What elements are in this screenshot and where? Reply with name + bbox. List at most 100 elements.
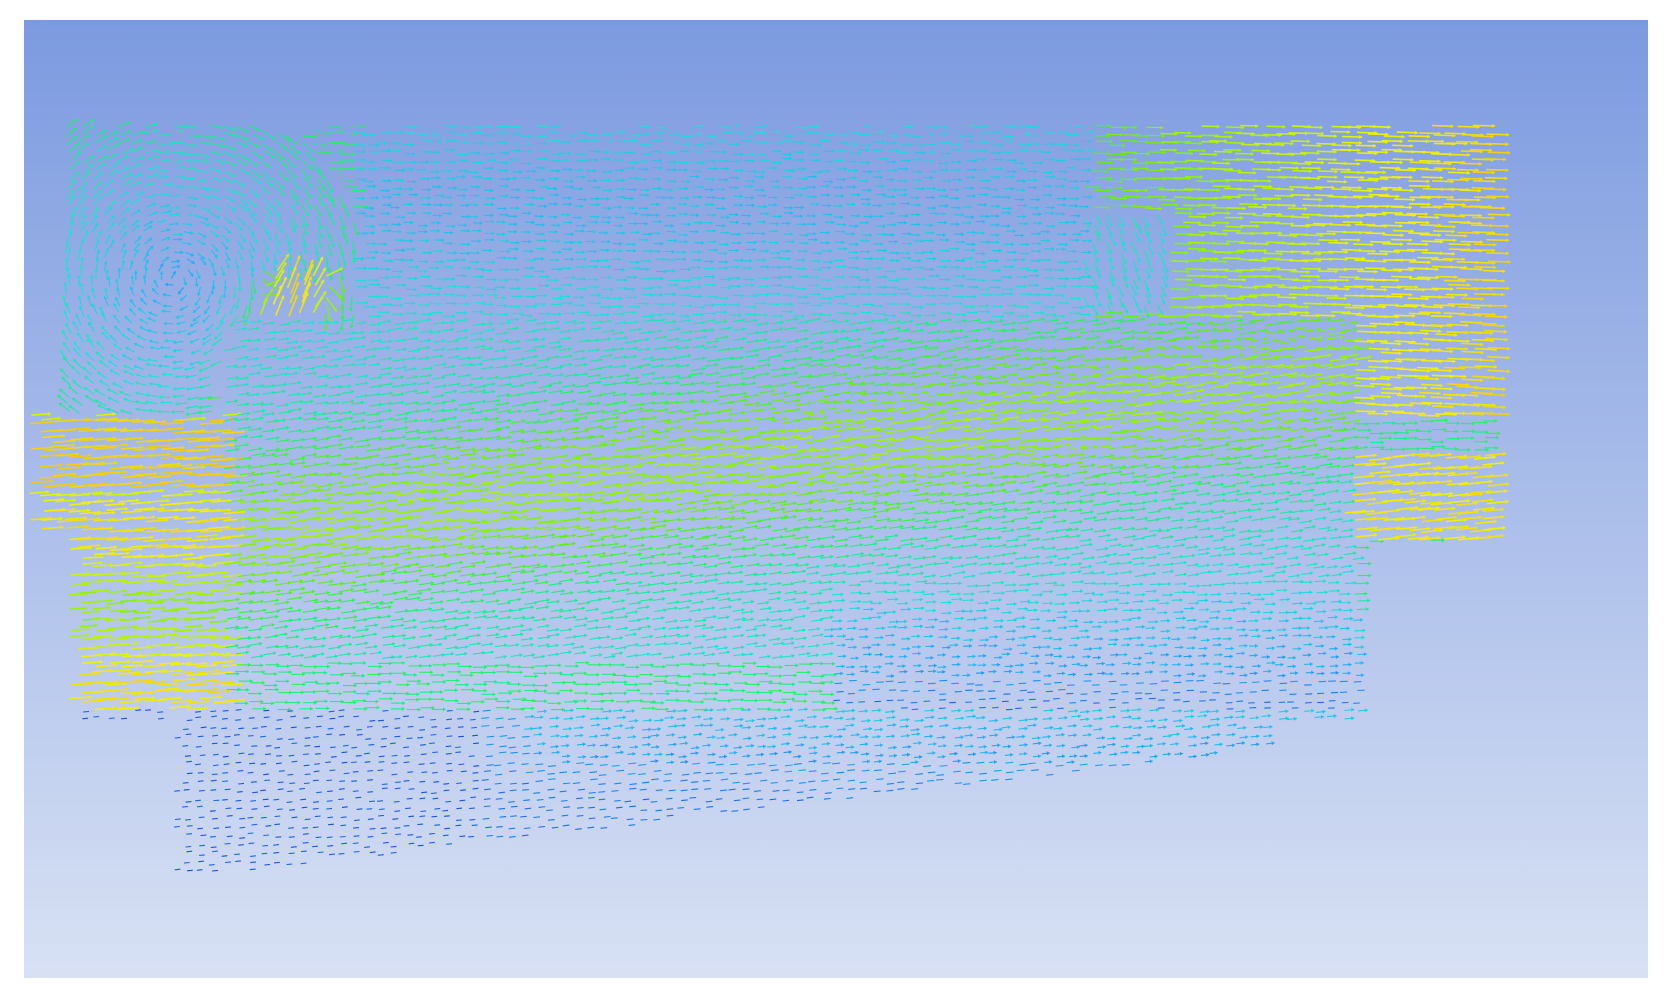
- velocity-vector-head: [1505, 168, 1509, 173]
- velocity-vector-head: [436, 169, 440, 174]
- velocity-vector-head: [892, 201, 896, 206]
- velocity-vector-head: [969, 133, 973, 138]
- velocity-vector-head: [1202, 233, 1205, 237]
- velocity-vector-head: [622, 129, 626, 134]
- velocity-vector-head: [608, 305, 612, 309]
- velocity-vector-head: [738, 313, 742, 318]
- velocity-vector: [1482, 206, 1506, 210]
- velocity-vector-head: [826, 184, 830, 189]
- velocity-vector-head: [1064, 142, 1068, 147]
- velocity-vector-head: [1347, 302, 1351, 307]
- velocity-vector-head: [751, 203, 755, 208]
- velocity-vector-head: [1089, 195, 1093, 200]
- velocity-vector-head: [1348, 143, 1352, 148]
- velocity-vector-head: [1036, 197, 1040, 202]
- velocity-vector: [1382, 233, 1404, 237]
- velocity-vector-head: [1075, 203, 1079, 208]
- velocity-vector-head: [527, 175, 531, 180]
- velocity-vector-head: [922, 186, 926, 191]
- graphics-viewport[interactable]: [24, 20, 1648, 978]
- velocity-vector-head: [1008, 275, 1012, 280]
- velocity-vector-head: [676, 278, 680, 283]
- velocity-vector-head: [541, 269, 545, 274]
- velocity-vector-head: [1076, 185, 1080, 190]
- velocity-vector-head: [1036, 273, 1040, 278]
- velocity-vector-head: [789, 309, 793, 314]
- velocity-vector-head: [166, 228, 171, 232]
- velocity-vector-head: [1335, 238, 1339, 243]
- velocity-vector-head: [1034, 185, 1037, 190]
- velocity-vector-head: [739, 194, 743, 199]
- velocity-vector: [1318, 239, 1339, 242]
- velocity-vector-head: [830, 159, 834, 164]
- velocity-vector-head: [725, 242, 729, 247]
- velocity-vector-head: [702, 305, 706, 310]
- velocity-vector: [1433, 304, 1456, 307]
- velocity-vector: [1357, 179, 1379, 182]
- velocity-vector-head: [179, 232, 183, 237]
- velocity-vector-head: [1077, 157, 1081, 162]
- velocity-vector-head: [988, 292, 992, 297]
- velocity-vector-head: [505, 278, 509, 283]
- velocity-vector-head: [1263, 205, 1267, 210]
- velocity-vector-head: [776, 179, 780, 184]
- velocity-vector: [1381, 148, 1403, 151]
- velocity-vector-head: [569, 301, 573, 306]
- velocity-vector: [1419, 132, 1441, 135]
- velocity-vector-head: [842, 229, 846, 234]
- velocity-vector-head: [595, 313, 599, 318]
- velocity-vector-head: [766, 158, 770, 163]
- velocity-vector-head: [840, 158, 844, 163]
- velocity-vector-head: [303, 268, 308, 272]
- velocity-vector-head: [371, 214, 375, 219]
- velocity-vector-head: [1172, 197, 1176, 202]
- velocity-vector-head: [352, 259, 357, 264]
- velocity-vector-head: [1078, 284, 1082, 289]
- velocity-vector-head: [1357, 162, 1361, 166]
- velocity-vector-head: [474, 214, 478, 219]
- velocity-vector: [1408, 312, 1431, 315]
- velocity-vector-head: [799, 193, 803, 198]
- velocity-vector-head: [586, 310, 590, 315]
- velocity-vector-head: [1335, 293, 1339, 298]
- velocity-vector-head: [468, 265, 472, 270]
- velocity-vector-head: [1136, 188, 1140, 193]
- velocity-vector-head: [1010, 134, 1014, 139]
- velocity-vector-head: [948, 179, 952, 184]
- velocity-vector-head: [1078, 296, 1082, 301]
- velocity-vector-head: [635, 138, 639, 143]
- velocity-vector-head: [557, 168, 561, 173]
- velocity-vector-head: [505, 194, 509, 199]
- velocity-vector-head: [968, 205, 972, 210]
- velocity-vector-head: [515, 157, 519, 162]
- velocity-vector-head: [1062, 314, 1066, 319]
- velocity-vector-head: [790, 232, 793, 237]
- velocity-vector-head: [1213, 203, 1217, 208]
- velocity-vector-head: [1023, 214, 1026, 219]
- velocity-vector-head: [414, 124, 418, 129]
- velocity-vector-head: [438, 184, 442, 189]
- velocity-vector-head: [944, 220, 948, 225]
- velocity-vector-head: [946, 238, 950, 243]
- velocity-vector-head: [1267, 148, 1271, 153]
- velocity-vector: [1365, 212, 1387, 216]
- velocity-vector-head: [688, 134, 692, 139]
- velocity-vector-head: [582, 223, 586, 228]
- velocity-vector-head: [804, 125, 808, 130]
- velocity-vector-head: [1076, 143, 1080, 148]
- velocity-vector-head: [605, 231, 609, 235]
- velocity-vector-head: [1326, 317, 1331, 322]
- velocity-vector-head: [1268, 179, 1272, 183]
- velocity-vector-head: [1021, 197, 1025, 202]
- velocity-vector: [1316, 150, 1337, 153]
- velocity-vector: [1391, 275, 1413, 278]
- velocity-vector-head: [804, 249, 808, 254]
- velocity-vector-head: [633, 248, 637, 253]
- velocity-vector-head: [1359, 220, 1363, 225]
- velocity-vector-head: [945, 194, 949, 199]
- velocity-vector-head: [349, 308, 354, 312]
- velocity-vector-head: [1214, 256, 1218, 261]
- velocity-vector: [274, 295, 285, 316]
- velocity-vector: [1461, 133, 1484, 137]
- velocity-vector-head: [884, 156, 888, 161]
